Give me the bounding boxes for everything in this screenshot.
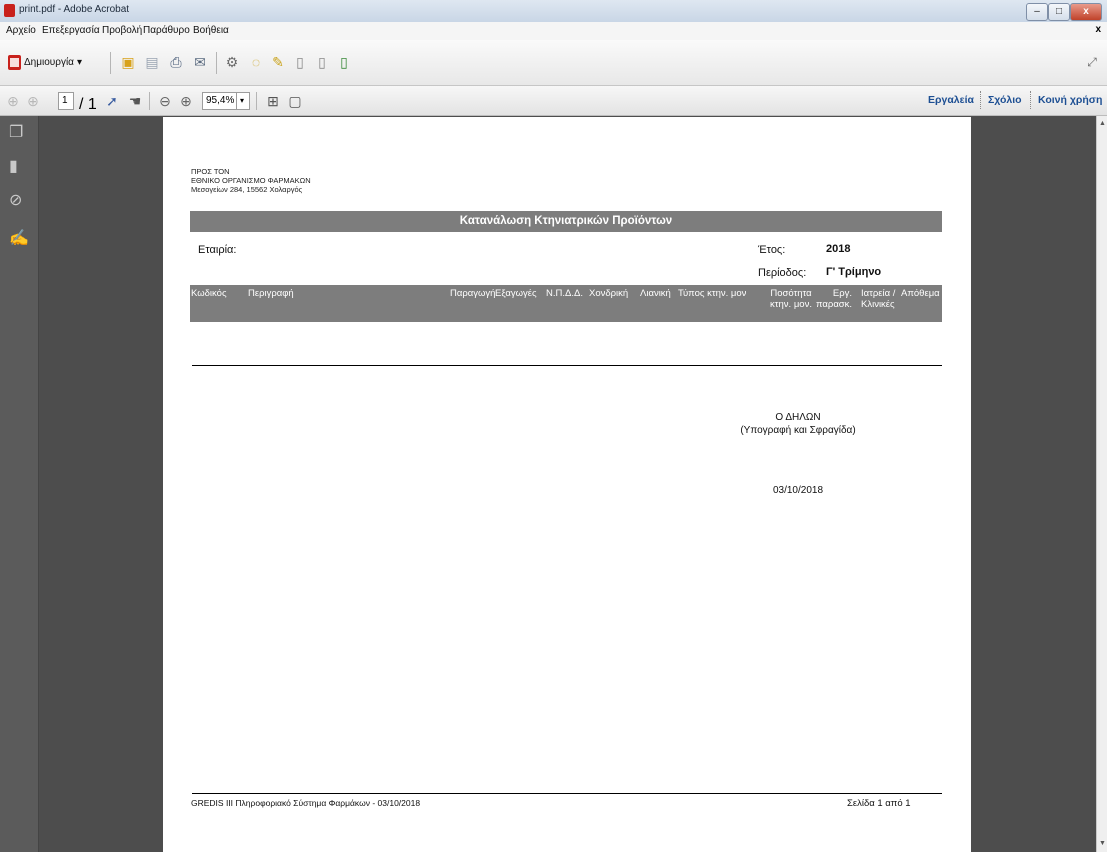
declaration-date: 03/10/2018 xyxy=(772,485,824,496)
col-exports: Εξαγωγές xyxy=(495,288,537,299)
col-retail: Λιανική xyxy=(640,288,671,299)
zoom-dropdown-chevron-icon[interactable]: ▾ xyxy=(236,92,250,110)
recipient-line: ΕΘΝΙΚΟ ΟΡΓΑΝΙΣΜΟ ΦΑΡΜΑΚΩΝ xyxy=(191,176,311,185)
period-value: Γ' Τρίμηνο xyxy=(826,266,882,278)
maximize-button[interactable]: □ xyxy=(1048,3,1070,21)
page-number-input[interactable]: 1 xyxy=(58,92,74,110)
window-title: print.pdf - Adobe Acrobat xyxy=(19,4,130,15)
report-title-bar: Κατανάλωση Κτηνιατρικών Προϊόντων xyxy=(190,211,942,232)
menu-window[interactable]: Παράθυρο xyxy=(143,25,190,36)
navigation-pane: ❐ ▮ ⊘ ✍ xyxy=(0,116,39,852)
next-page-icon[interactable]: ⊕ xyxy=(24,92,42,110)
col-unit-type: Τύπος κτην. μον xyxy=(678,288,747,299)
col-quantity-line1: Ποσότητα xyxy=(770,288,812,299)
chevron-down-icon: ▾ xyxy=(76,56,82,68)
footer-divider xyxy=(192,793,942,794)
attachment-icon[interactable]: ⊘ xyxy=(9,190,22,210)
year-value: 2018 xyxy=(826,243,851,255)
col-clinics: Ιατρεία / Κλινικές xyxy=(861,288,895,310)
toolbar-separator xyxy=(980,91,982,109)
col-quantity-line2: κτην. μον. xyxy=(770,299,812,310)
toolbar-separator xyxy=(1030,91,1032,109)
minimize-button[interactable]: – xyxy=(1026,3,1048,21)
page-thumbnails-icon[interactable]: ❐ xyxy=(9,122,23,142)
previous-page-icon[interactable]: ⊕ xyxy=(4,92,22,110)
company-label: Εταιρία: xyxy=(198,244,237,256)
signature-icon[interactable]: ✍ xyxy=(9,228,29,248)
share-link[interactable]: Κοινή χρήση xyxy=(1038,94,1102,106)
zoom-level-input[interactable]: 95,4% xyxy=(202,92,238,110)
col-erg-line2: παρασκ. xyxy=(816,299,853,310)
menu-edit[interactable]: Επεξεργασία xyxy=(42,25,100,36)
menu-help[interactable]: Βοήθεια xyxy=(193,25,229,36)
table-header: Κωδικός Περιγραφή Παραγωγή Εξαγωγές Ν.Π.… xyxy=(190,285,942,322)
vertical-scrollbar[interactable]: ▲ ▼ xyxy=(1096,116,1107,852)
zoom-out-icon[interactable]: ⊖ xyxy=(156,92,174,110)
create-button-label: Δημιουργία xyxy=(24,56,74,68)
highlight-icon[interactable]: ✎ xyxy=(268,52,288,72)
document-icon[interactable]: ▯ xyxy=(290,52,310,72)
scroll-down-icon[interactable]: ▼ xyxy=(1099,840,1106,847)
recipient-line: Μεσογείων 284, 15562 Χολαργός xyxy=(191,185,303,194)
zoom-in-icon[interactable]: ⊕ xyxy=(177,92,195,110)
col-npdd: Ν.Π.Δ.Δ. xyxy=(546,288,583,299)
menu-file[interactable]: Αρχείο xyxy=(6,25,36,36)
open-folder-icon[interactable]: ▣ xyxy=(118,52,138,72)
recipient-line: ΠΡΟΣ ΤΟΝ xyxy=(191,167,230,176)
expand-icon[interactable]: ⤢ xyxy=(1082,52,1102,72)
hand-tool-icon[interactable]: ☚ xyxy=(126,92,144,110)
col-production: Παραγωγή xyxy=(450,288,496,299)
toolbar-separator xyxy=(216,52,217,74)
col-clinics-line2: Κλινικές xyxy=(861,299,895,310)
col-description: Περιγραφή xyxy=(248,288,294,299)
close-document-icon[interactable]: x xyxy=(1095,24,1101,35)
period-label: Περίοδος: xyxy=(758,267,807,279)
bookmark-icon[interactable]: ▮ xyxy=(9,156,18,176)
col-stock: Απόθεμα xyxy=(901,288,940,299)
signature-note: (Υπογραφή και Σφραγίδα) xyxy=(740,425,856,436)
toolbar-separator xyxy=(110,52,111,74)
report-title: Κατανάλωση Κτηνιατρικών Προϊόντων xyxy=(459,215,673,227)
save-icon[interactable]: ▤ xyxy=(142,52,162,72)
scroll-up-icon[interactable]: ▲ xyxy=(1099,120,1106,127)
tools-link[interactable]: Εργαλεία xyxy=(928,94,974,106)
year-label: Έτος: xyxy=(758,244,786,256)
col-clinics-line1: Ιατρεία / xyxy=(861,288,896,299)
footer-page-count: Σελίδα 1 από 1 xyxy=(847,798,911,809)
col-erg-line1: Εργ. xyxy=(832,288,853,299)
footer-system-name: GREDIS III Πληροφοριακό Σύστημα Φαρμάκων… xyxy=(191,798,421,808)
select-cursor-icon[interactable]: ➚ xyxy=(103,92,121,110)
col-quantity: Ποσότητα κτην. μον. xyxy=(770,288,812,310)
menu-bar: Αρχείο Επεξεργασία Προβολή Παράθυρο Βοήθ… xyxy=(0,22,1107,41)
fit-page-icon[interactable]: ▢ xyxy=(286,92,304,110)
settings-gear-icon[interactable]: ⚙ xyxy=(222,52,242,72)
recipient-address: ΠΡΟΣ ΤΟΝ ΕΘΝΙΚΟ ΟΡΓΑΝΙΣΜΟ ΦΑΡΜΑΚΩΝ Μεσογ… xyxy=(191,167,311,194)
table-bottom-divider xyxy=(192,365,942,366)
pdf-page: ΠΡΟΣ ΤΟΝ ΕΘΝΙΚΟ ΟΡΓΑΝΙΣΜΟ ΦΑΡΜΑΚΩΝ Μεσογ… xyxy=(163,117,971,852)
close-window-button[interactable]: x xyxy=(1070,3,1102,21)
toolbar-separator xyxy=(149,92,150,110)
declarant-label: Ο ΔΗΛΩΝ xyxy=(775,412,821,423)
col-erg: Εργ. παρασκ. xyxy=(816,288,852,310)
menu-view[interactable]: Προβολή xyxy=(102,25,142,36)
toolbar-separator xyxy=(256,92,257,110)
comment-icon[interactable]: ◌ xyxy=(246,52,266,72)
document-export-icon[interactable]: ▯ xyxy=(312,52,332,72)
col-code: Κωδικός xyxy=(191,288,227,299)
comment-link[interactable]: Σχόλιο xyxy=(988,94,1022,106)
acrobat-app-icon xyxy=(4,4,15,17)
print-icon[interactable]: ⎙ xyxy=(166,52,186,72)
page-total: / 1 xyxy=(79,96,97,113)
email-icon[interactable]: ✉ xyxy=(190,52,210,72)
col-wholesale: Χονδρική xyxy=(589,288,629,299)
create-pdf-icon xyxy=(8,54,21,70)
window-title-bar: print.pdf - Adobe Acrobat – □ x xyxy=(0,0,1107,23)
create-button[interactable]: Δημιουργία ▾ xyxy=(8,52,82,72)
fit-width-icon[interactable]: ⊞ xyxy=(264,92,282,110)
document-sign-icon[interactable]: ▯ xyxy=(334,52,354,72)
